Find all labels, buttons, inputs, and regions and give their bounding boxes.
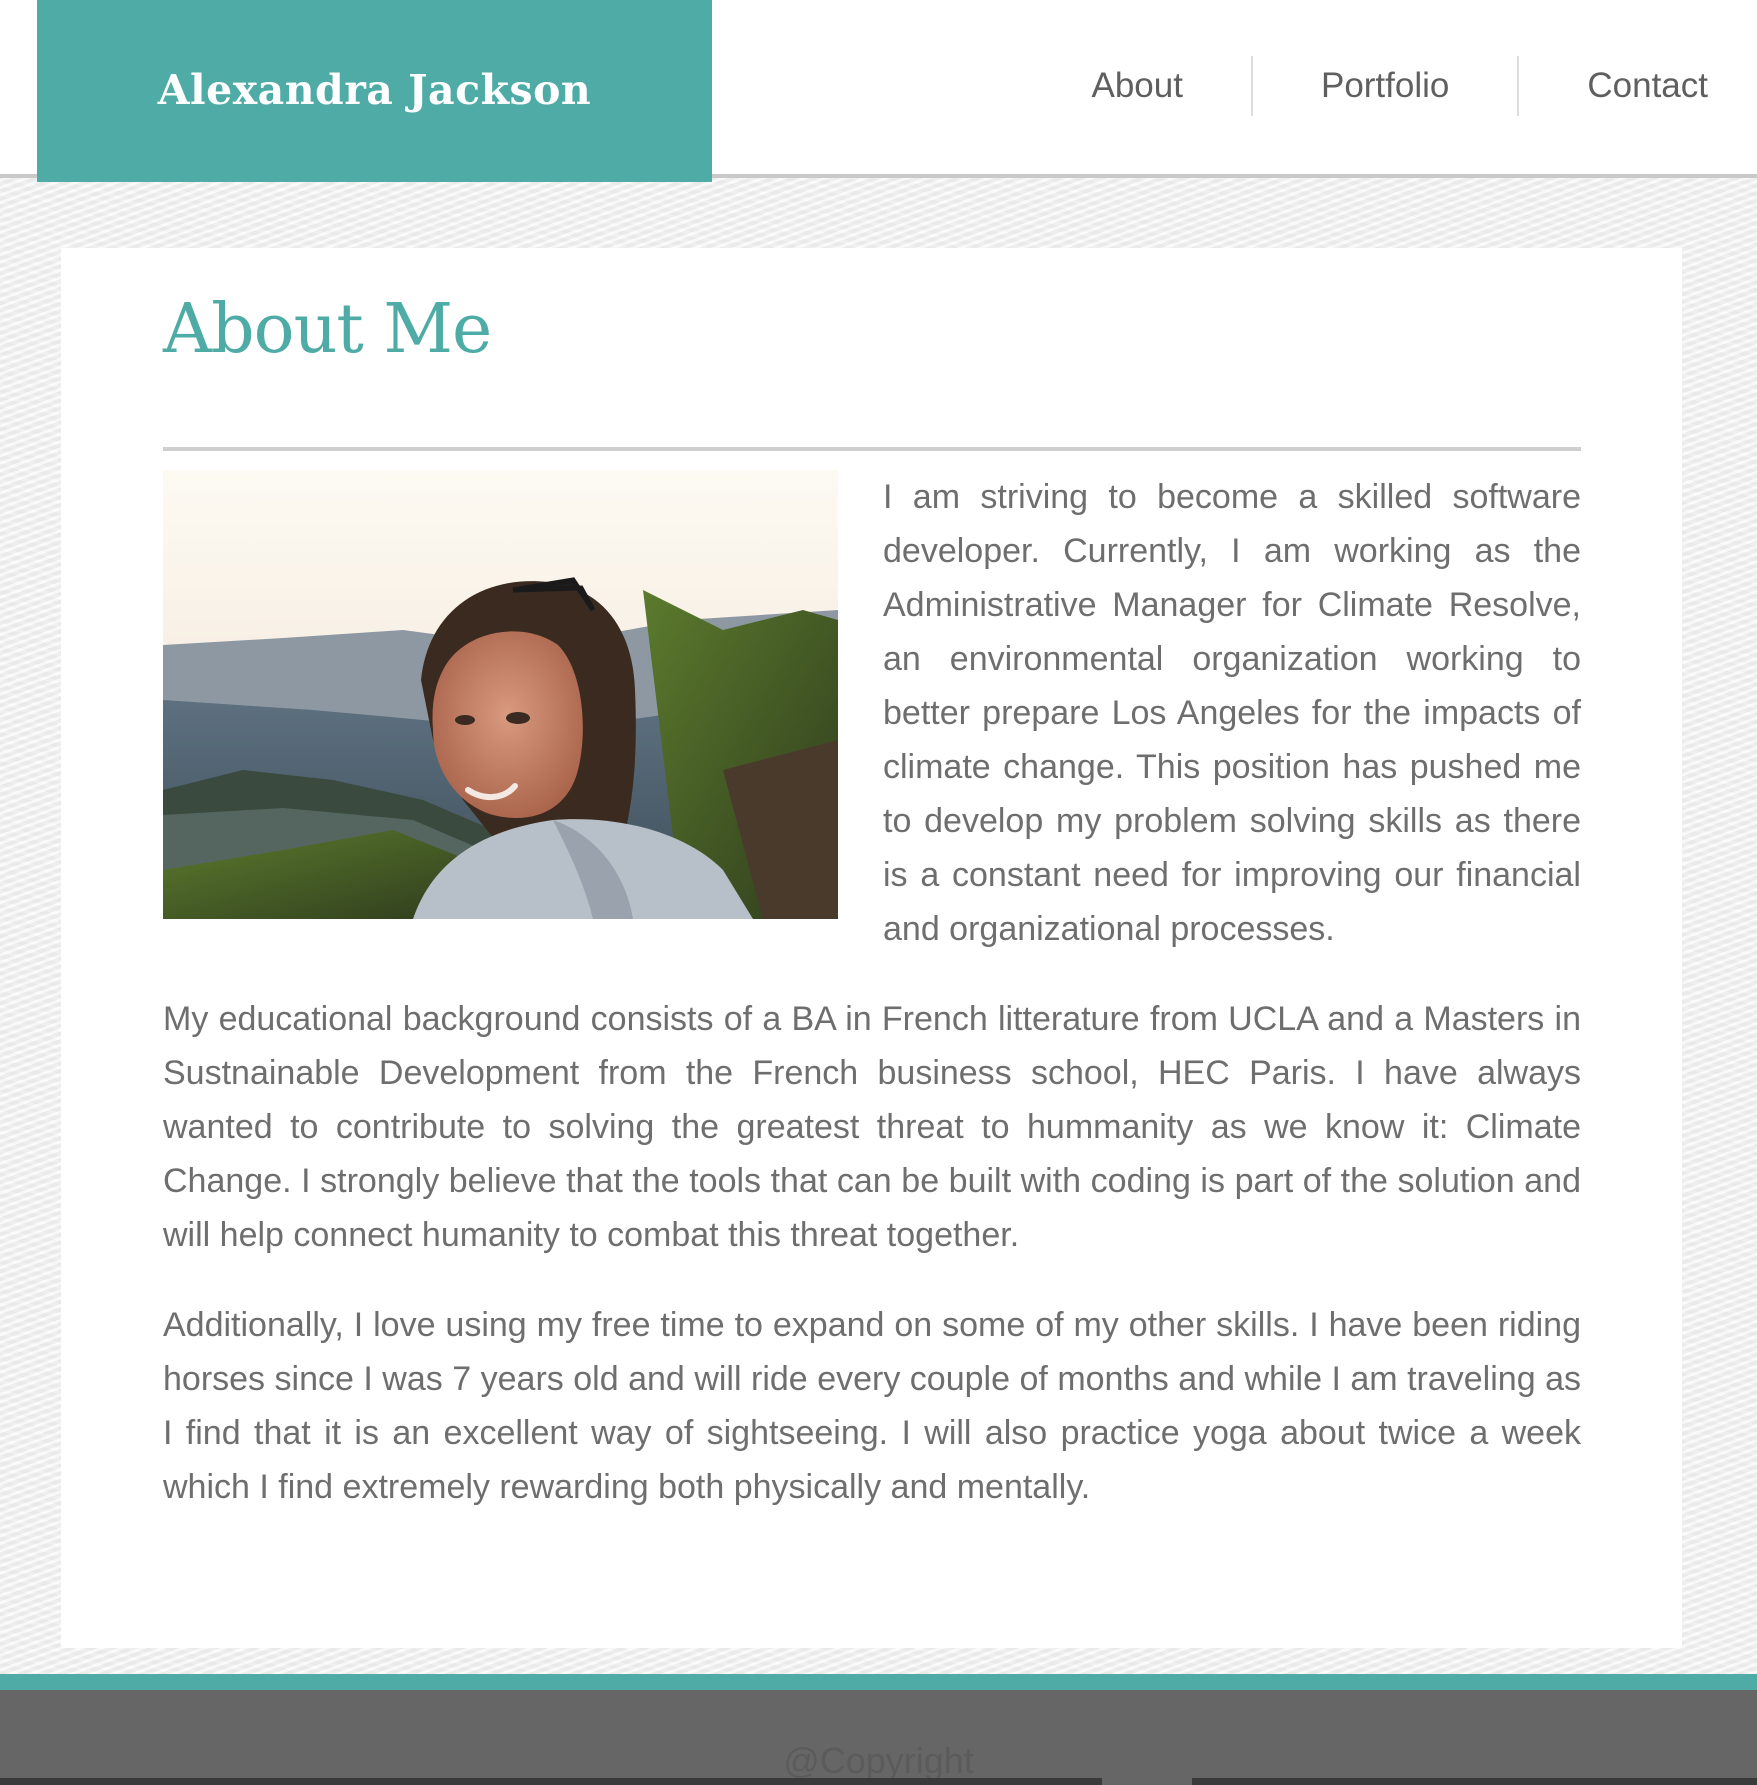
main-nav: About Portfolio Contact <box>1024 55 1757 117</box>
site-footer: @Copyright <box>0 1690 1757 1785</box>
footer-bottom-bar <box>1192 1778 1757 1785</box>
copyright-text: @Copyright <box>783 1740 974 1781</box>
about-card: About Me I am striving to become a skill… <box>61 248 1682 1648</box>
about-content: I am striving to become a skilled softwa… <box>163 470 1581 1550</box>
site-header: Alexandra Jackson About Portfolio Contac… <box>0 0 1757 182</box>
profile-photo <box>163 470 838 919</box>
page-title: About Me <box>163 290 492 369</box>
brand-name[interactable]: Alexandra Jackson <box>158 66 591 114</box>
brand-block[interactable]: Alexandra Jackson <box>37 0 712 182</box>
footer-bottom-bar <box>0 1778 1102 1785</box>
nav-link-contact[interactable]: Contact <box>1519 55 1757 117</box>
nav-link-about[interactable]: About <box>1024 55 1251 117</box>
nav-link-portfolio[interactable]: Portfolio <box>1253 55 1517 117</box>
profile-photo-illustration <box>163 470 838 919</box>
title-divider <box>163 447 1581 451</box>
about-paragraph-2: My educational background consists of a … <box>163 1000 1581 1254</box>
footer-accent-bar <box>0 1674 1757 1690</box>
about-paragraph-3: Additionally, I love using my free time … <box>163 1306 1581 1506</box>
